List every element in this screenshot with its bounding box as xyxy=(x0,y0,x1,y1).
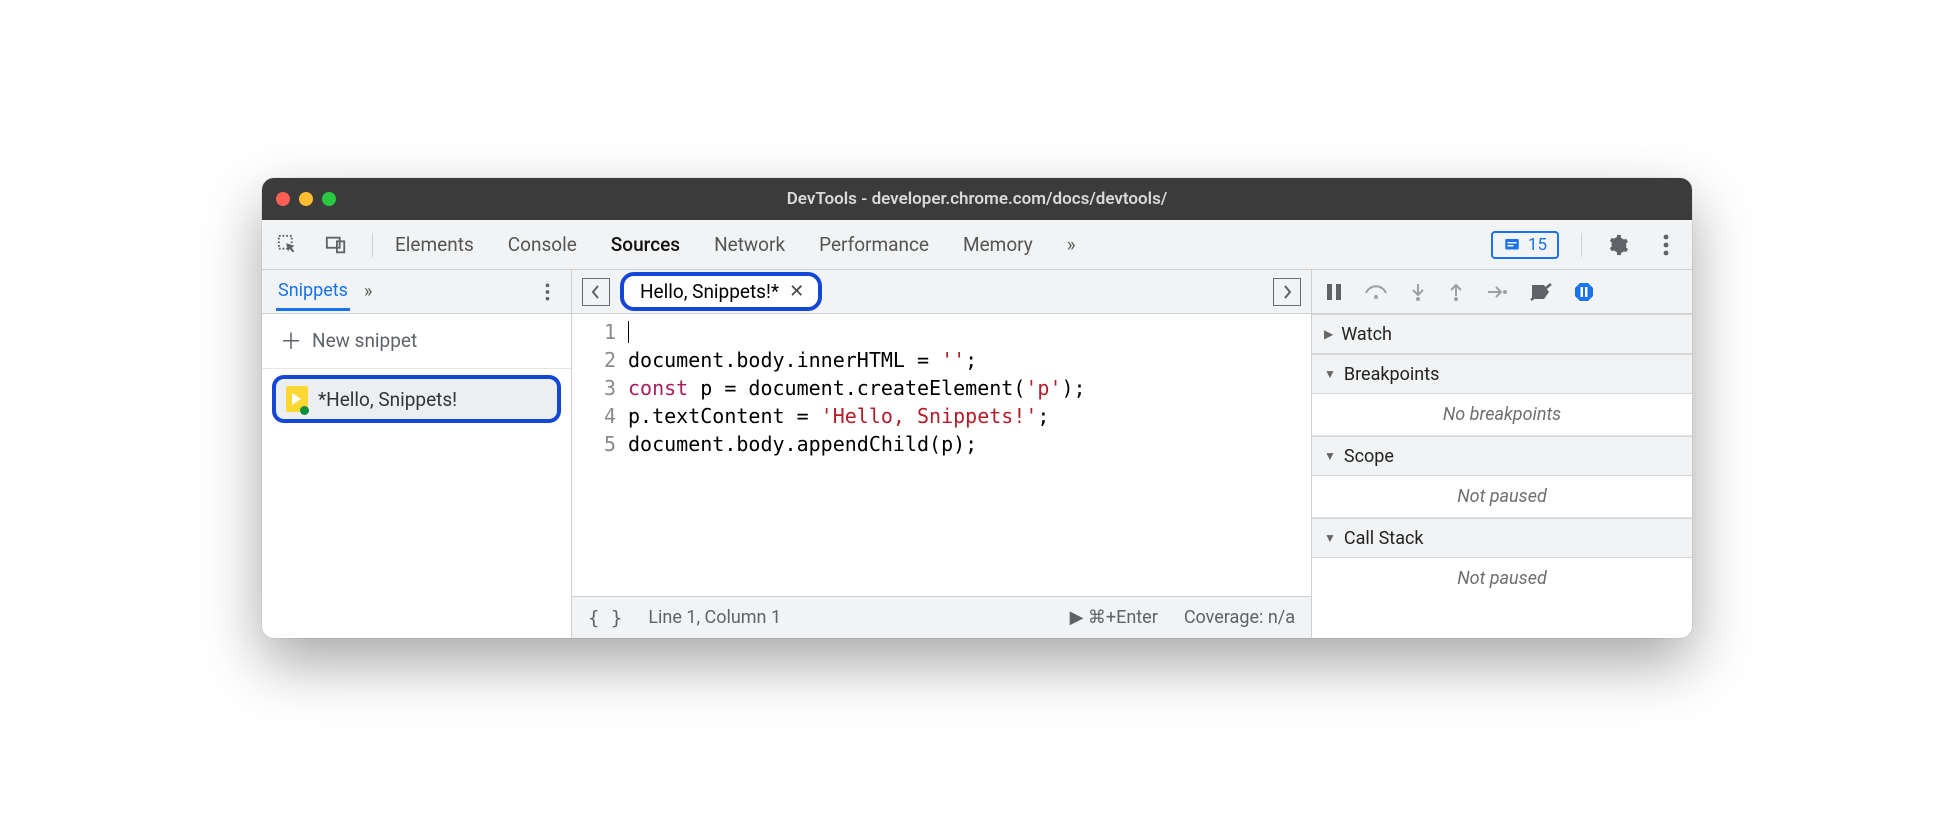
issues-counter[interactable]: 15 xyxy=(1491,231,1559,259)
collapse-icon: ▼ xyxy=(1324,531,1336,545)
pause-exceptions-icon[interactable] xyxy=(1574,282,1594,302)
main-toolbar: Elements Console Sources Network Perform… xyxy=(262,220,1692,270)
scope-empty: Not paused xyxy=(1312,476,1692,518)
tab-sources[interactable]: Sources xyxy=(611,233,680,256)
panel-tabs: Elements Console Sources Network Perform… xyxy=(395,233,1076,256)
navigator-pane: Snippets » ＋ New snippet *Hello, Snippet… xyxy=(262,270,572,638)
separator xyxy=(1581,233,1582,257)
line-gutter: 12345 xyxy=(572,318,628,596)
expand-icon: ▶ xyxy=(1324,327,1333,341)
tab-network[interactable]: Network xyxy=(714,233,785,256)
nav-back-icon[interactable] xyxy=(582,278,610,306)
navigator-more-icon[interactable] xyxy=(533,278,561,306)
tab-console[interactable]: Console xyxy=(508,233,577,256)
text-cursor xyxy=(628,321,629,343)
breakpoints-empty: No breakpoints xyxy=(1312,394,1692,436)
inspect-icon[interactable] xyxy=(274,231,302,259)
section-callstack[interactable]: ▼Call Stack xyxy=(1312,518,1692,558)
coverage-status: Coverage: n/a xyxy=(1184,607,1295,628)
step-out-icon[interactable] xyxy=(1448,282,1464,302)
section-breakpoints[interactable]: ▼Breakpoints xyxy=(1312,354,1692,394)
tab-performance[interactable]: Performance xyxy=(819,233,929,256)
unsaved-indicator-icon xyxy=(300,406,309,415)
collapse-icon: ▼ xyxy=(1324,449,1336,463)
run-snippet-button[interactable]: ▶ ⌘+Enter xyxy=(1070,607,1158,628)
tab-memory[interactable]: Memory xyxy=(963,233,1033,256)
plus-icon: ＋ xyxy=(280,324,302,356)
pause-resume-icon[interactable] xyxy=(1326,283,1342,301)
step-over-icon[interactable] xyxy=(1364,283,1388,301)
close-tab-icon[interactable]: ✕ xyxy=(789,281,804,302)
snippet-name: *Hello, Snippets! xyxy=(318,388,457,411)
issues-count: 15 xyxy=(1528,235,1547,255)
window-title: DevTools - developer.chrome.com/docs/dev… xyxy=(262,189,1692,209)
cursor-position: Line 1, Column 1 xyxy=(648,607,781,628)
device-toggle-icon[interactable] xyxy=(322,231,350,259)
tab-elements[interactable]: Elements xyxy=(395,233,474,256)
new-snippet-button[interactable]: ＋ New snippet xyxy=(262,314,571,369)
devtools-window: DevTools - developer.chrome.com/docs/dev… xyxy=(262,178,1692,638)
debugger-pane: ▶Watch ▼Breakpoints No breakpoints ▼Scop… xyxy=(1312,270,1692,638)
section-watch[interactable]: ▶Watch xyxy=(1312,314,1692,354)
more-menu-icon[interactable] xyxy=(1652,231,1680,259)
editor-pane: Hello, Snippets!* ✕ 12345 document.body.… xyxy=(572,270,1312,638)
panel-overflow[interactable]: » xyxy=(1067,233,1076,256)
tab-snippets[interactable]: Snippets xyxy=(276,272,350,311)
step-icon[interactable] xyxy=(1486,284,1508,300)
titlebar: DevTools - developer.chrome.com/docs/dev… xyxy=(262,178,1692,220)
section-scope[interactable]: ▼Scope xyxy=(1312,436,1692,476)
editor-tab-label: Hello, Snippets!* xyxy=(640,280,779,303)
callstack-empty: Not paused xyxy=(1312,558,1692,599)
pretty-print-icon[interactable]: { } xyxy=(588,607,622,629)
collapse-icon: ▼ xyxy=(1324,367,1336,381)
new-snippet-label: New snippet xyxy=(312,329,417,352)
step-into-icon[interactable] xyxy=(1410,282,1426,302)
navigator-overflow[interactable]: » xyxy=(364,281,372,302)
code-editor[interactable]: 12345 document.body.innerHTML = ''; cons… xyxy=(572,314,1311,596)
separator xyxy=(372,233,373,257)
nav-forward-icon[interactable] xyxy=(1273,278,1301,306)
debugger-toolbar xyxy=(1312,270,1692,314)
editor-statusbar: { } Line 1, Column 1 ▶ ⌘+Enter Coverage:… xyxy=(572,596,1311,638)
navigator-tabs: Snippets » xyxy=(262,270,571,314)
editor-tabstrip: Hello, Snippets!* ✕ xyxy=(572,270,1311,314)
code-body[interactable]: document.body.innerHTML = ''; const p = … xyxy=(628,318,1311,596)
snippet-item[interactable]: *Hello, Snippets! xyxy=(272,375,561,423)
settings-icon[interactable] xyxy=(1604,231,1632,259)
deactivate-breakpoints-icon[interactable] xyxy=(1530,283,1552,301)
panes: Snippets » ＋ New snippet *Hello, Snippet… xyxy=(262,270,1692,638)
editor-tab[interactable]: Hello, Snippets!* ✕ xyxy=(620,272,822,311)
